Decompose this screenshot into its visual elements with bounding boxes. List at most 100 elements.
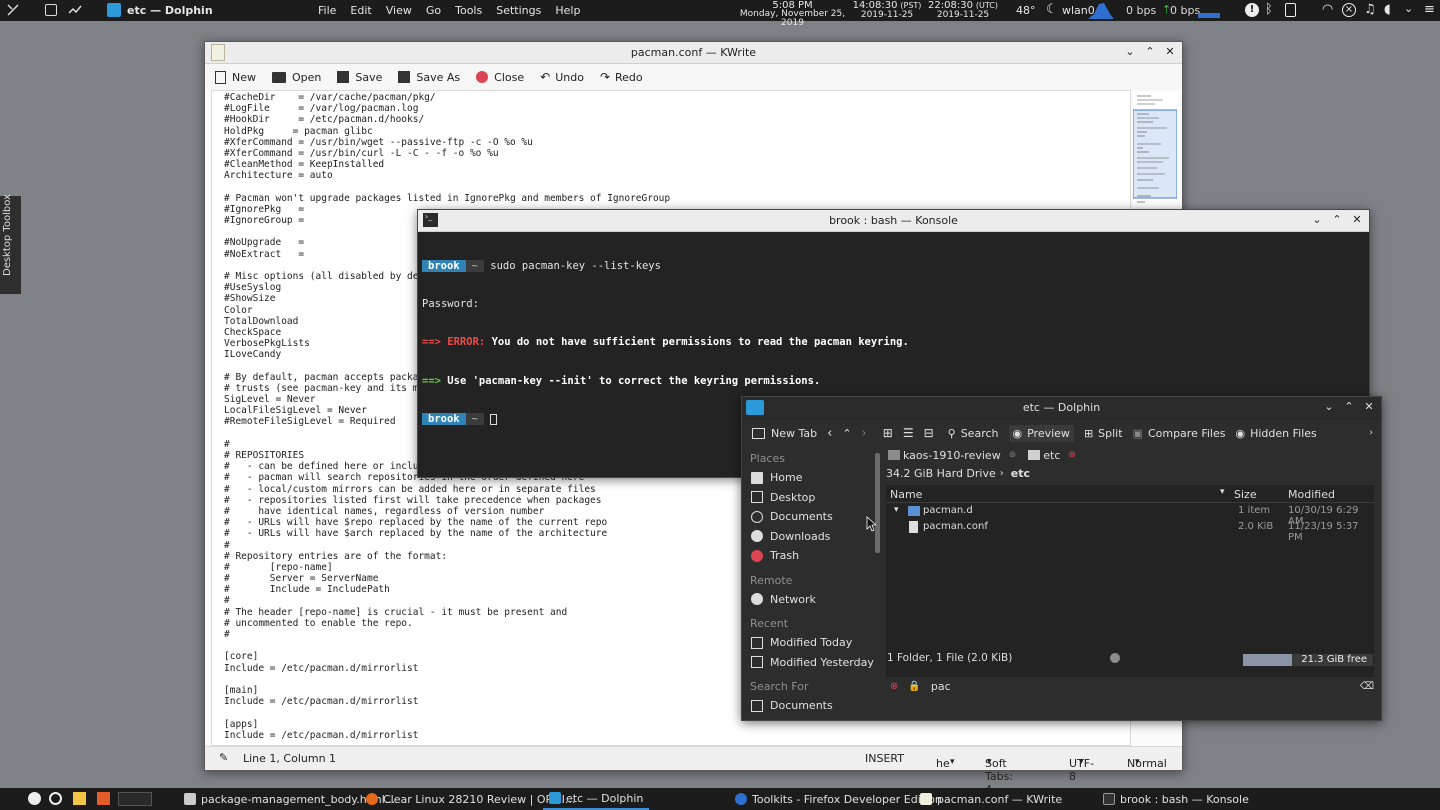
- lock-screen-icon[interactable]: [28, 792, 41, 805]
- places-scrollbar[interactable]: [875, 453, 880, 553]
- audio-icon[interactable]: ◖: [1384, 2, 1391, 17]
- lock-icon[interactable]: 🔒: [908, 681, 920, 692]
- expand-icon[interactable]: ▾: [894, 505, 899, 515]
- pager-icon[interactable]: [118, 792, 152, 806]
- column-name[interactable]: Name: [890, 488, 922, 501]
- place-downloads[interactable]: Downloads: [742, 527, 876, 547]
- editor-line[interactable]: #HookDir = /etc/pacman.d/hooks/: [224, 114, 1130, 125]
- up-button[interactable]: ⌃: [842, 427, 851, 440]
- editor-line[interactable]: Include = /etc/pacman.d/mirrorlist: [224, 730, 1130, 741]
- clock-pst[interactable]: 14:08:30 (PST) 2019-11-25: [852, 1, 922, 20]
- menu-tools[interactable]: Tools: [455, 4, 482, 17]
- task-dolphin[interactable]: etc — Dolphin: [543, 788, 650, 810]
- hidden-files-button[interactable]: ◉ Hidden Files: [1236, 427, 1317, 440]
- open-button[interactable]: Open: [272, 71, 321, 84]
- updates-error-icon[interactable]: ×: [1342, 3, 1356, 17]
- konsole-close-button[interactable]: ✕: [1351, 213, 1363, 226]
- file-list[interactable]: Name ▾ Size Modified ▾ pacman.d 1 item 1…: [886, 485, 1374, 677]
- filter-input[interactable]: pac: [931, 680, 1360, 693]
- input-mode[interactable]: INSERT: [865, 752, 904, 765]
- editor-line[interactable]: #LogFile = /var/log/pacman.log: [224, 103, 1130, 114]
- konsole-titlebar[interactable]: ›_ brook : bash — Konsole ⌄ ⌃ ✕: [418, 210, 1369, 232]
- tab-close-icon[interactable]: ⊗: [1009, 450, 1017, 460]
- search-button[interactable]: ⚲ Search: [948, 427, 999, 440]
- menu-icon[interactable]: ≡: [1424, 2, 1435, 17]
- free-space-bar[interactable]: 21.3 GiB free: [1243, 654, 1373, 666]
- menu-file[interactable]: File: [318, 4, 336, 17]
- dolphin-close-button[interactable]: ✕: [1363, 400, 1375, 413]
- clear-filter-icon[interactable]: ⌫: [1360, 681, 1374, 692]
- show-desktop-icon[interactable]: [45, 4, 57, 16]
- new-button[interactable]: New: [215, 70, 256, 84]
- back-button[interactable]: ‹: [827, 426, 832, 441]
- editor-line[interactable]: HoldPkg = pacman glibc: [224, 126, 1130, 137]
- editor-line[interactable]: Architecture = auto: [224, 170, 1130, 181]
- dolphin-minimize-button[interactable]: ⌄: [1323, 400, 1335, 413]
- tab-etc[interactable]: etc ⊗: [1028, 449, 1076, 462]
- clipboard-icon[interactable]: [1285, 3, 1296, 17]
- tab-kaos-review[interactable]: kaos-1910-review ⊗: [888, 449, 1016, 462]
- power-icon[interactable]: [49, 792, 62, 805]
- activity-icon[interactable]: [68, 3, 82, 17]
- konsole-minimize-button[interactable]: ⌄: [1311, 213, 1323, 226]
- temperature[interactable]: 48°: [1016, 4, 1036, 17]
- forward-button[interactable]: ›: [862, 426, 867, 441]
- toolbar-overflow-icon[interactable]: ›: [1369, 428, 1373, 438]
- place-search-documents[interactable]: Documents: [742, 696, 876, 716]
- split-view-icon[interactable]: ⊟: [924, 426, 934, 440]
- bluetooth-icon[interactable]: ᛒ: [1265, 2, 1273, 17]
- menu-settings[interactable]: Settings: [496, 4, 541, 17]
- save-as-button[interactable]: Save As: [398, 71, 460, 84]
- new-tab-button[interactable]: New Tab: [752, 427, 817, 440]
- column-modified[interactable]: Modified: [1288, 488, 1335, 501]
- notes-icon[interactable]: [73, 792, 86, 805]
- breadcrumb-current[interactable]: etc: [1011, 467, 1030, 480]
- media-icon[interactable]: ♫: [1364, 2, 1376, 17]
- editor-line[interactable]: #XferCommand = /usr/bin/wget --passive-f…: [224, 137, 1130, 148]
- split-button[interactable]: ⊞ Split: [1084, 427, 1123, 440]
- close-document-button[interactable]: Close: [476, 71, 524, 84]
- editor-line[interactable]: [224, 182, 1130, 193]
- menu-help[interactable]: Help: [555, 4, 580, 17]
- chevron-down-icon[interactable]: ⌄: [1404, 2, 1413, 15]
- app-launcher-icon[interactable]: [6, 3, 20, 17]
- save-button[interactable]: Save: [337, 71, 382, 84]
- place-documents[interactable]: Documents: [742, 507, 876, 527]
- color-picker-icon[interactable]: [97, 792, 110, 805]
- tab-close-icon[interactable]: ⊗: [1068, 450, 1076, 460]
- icons-view-icon[interactable]: ⊞: [883, 426, 893, 440]
- kwrite-titlebar[interactable]: pacman.conf — KWrite ⌄ ⌃ ✕: [205, 42, 1182, 64]
- editor-line[interactable]: #CacheDir = /var/cache/pacman/pkg/: [224, 92, 1130, 103]
- zoom-slider[interactable]: [1110, 653, 1120, 663]
- notifications-icon[interactable]: !: [1245, 3, 1259, 17]
- desktop-toolbox[interactable]: Desktop Toolbox: [0, 194, 21, 294]
- undo-button[interactable]: ↶ Undo: [540, 70, 584, 84]
- column-size[interactable]: Size: [1234, 488, 1257, 501]
- place-home[interactable]: Home: [742, 468, 876, 488]
- file-row[interactable]: pacman.conf 2.0 KiB 11/23/19 5:37 PM: [886, 519, 1374, 543]
- wifi-icon[interactable]: ◠: [1322, 2, 1333, 17]
- menu-edit[interactable]: Edit: [350, 4, 371, 17]
- task-kwrite[interactable]: pacman.conf — KWrite: [914, 788, 1068, 810]
- moon-icon[interactable]: ☾: [1046, 2, 1058, 17]
- place-network[interactable]: Network: [742, 590, 876, 610]
- cursor-position[interactable]: Line 1, Column 1: [243, 752, 336, 765]
- task-konsole[interactable]: brook : bash — Konsole: [1097, 788, 1255, 810]
- menu-view[interactable]: View: [386, 4, 412, 17]
- details-view-icon[interactable]: ☰: [903, 426, 914, 440]
- editor-line[interactable]: #CleanMethod = KeepInstalled: [224, 159, 1130, 170]
- konsole-maximize-button[interactable]: ⌃: [1331, 213, 1343, 226]
- kwrite-maximize-button[interactable]: ⌃: [1144, 45, 1156, 58]
- breadcrumb-root[interactable]: 34.2 GiB Hard Drive: [886, 467, 996, 480]
- clock-local[interactable]: 5:08 PM Monday, November 25, 2019: [735, 1, 850, 28]
- file-row[interactable]: ▾ pacman.d 1 item 10/30/19 6:29 AM: [886, 503, 1374, 527]
- redo-button[interactable]: ↷ Redo: [600, 70, 643, 84]
- editor-line[interactable]: #XferCommand = /usr/bin/curl -L -C - -f …: [224, 148, 1130, 159]
- kwrite-close-button[interactable]: ✕: [1164, 45, 1176, 58]
- dolphin-maximize-button[interactable]: ⌃: [1343, 400, 1355, 413]
- clock-utc[interactable]: 22:08:30 (UTC) 2019-11-25: [926, 1, 1000, 20]
- editor-minimap[interactable]: [1132, 92, 1178, 207]
- editor-line[interactable]: # Pacman won't upgrade packages listed i…: [224, 193, 1130, 204]
- place-desktop[interactable]: Desktop: [742, 488, 876, 508]
- preview-button[interactable]: ◉ Preview: [1008, 424, 1074, 442]
